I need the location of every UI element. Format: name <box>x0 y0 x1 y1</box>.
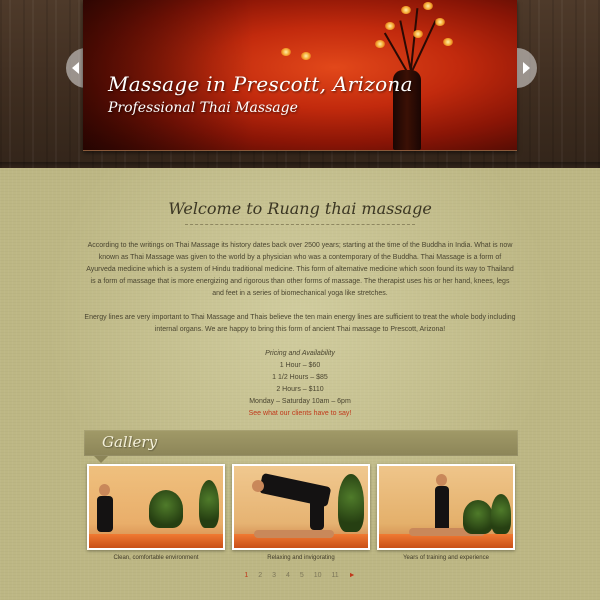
plant <box>149 490 183 528</box>
slide-title: Massage in Prescott, Arizona <box>108 72 413 96</box>
page-link[interactable]: 10 <box>314 572 322 579</box>
pricing-block: Pricing and Availability 1 Hour – $60 1 … <box>0 348 600 420</box>
testimonials-link[interactable]: See what our clients have to say! <box>249 410 352 417</box>
chevron-left-icon <box>72 62 79 74</box>
lamp-flower <box>281 48 291 56</box>
thumbnail-caption: Clean, comfortable environment <box>113 555 199 561</box>
gallery-pagination: 1 2 3 4 5 10 11 ► <box>0 572 600 579</box>
gallery-title: Gallery <box>102 433 158 451</box>
lamp-flower <box>385 22 395 30</box>
lamp-flower <box>413 30 423 38</box>
slide-subtitle: Professional Thai Massage <box>108 100 298 116</box>
price-line: 1 1/2 Hours – $85 <box>272 374 328 381</box>
plant <box>199 480 219 528</box>
lamp-flower <box>443 38 453 46</box>
header-banner: Massage in Prescott, Arizona Professiona… <box>0 0 600 168</box>
therapist-figure <box>97 496 113 532</box>
lamp-flower <box>375 40 385 48</box>
price-line: 1 Hour – $60 <box>279 362 321 369</box>
therapist-figure <box>435 486 449 532</box>
plant <box>491 494 511 534</box>
page-link-current[interactable]: 1 <box>244 572 248 579</box>
page-link[interactable]: 11 <box>331 572 338 579</box>
lamp-flower <box>423 2 433 10</box>
intro-paragraph: According to the writings on Thai Massag… <box>86 242 514 297</box>
client-figure <box>254 530 334 538</box>
chevron-right-icon <box>523 62 530 74</box>
gallery-header: Gallery <box>84 430 518 463</box>
plant <box>463 500 493 534</box>
plant <box>338 474 364 532</box>
heading-divider <box>185 224 415 225</box>
welcome-heading: Welcome to Ruang thai massage <box>168 199 432 218</box>
thumbnail-caption: Years of training and experience <box>403 555 489 561</box>
slider-next-button[interactable] <box>517 48 537 88</box>
gallery-thumbnail[interactable] <box>232 464 370 550</box>
gallery-thumbnail[interactable] <box>377 464 515 550</box>
thumbnail-caption: Relaxing and invigorating <box>267 555 335 561</box>
energy-paragraph: Energy lines are very important to Thai … <box>84 314 516 333</box>
page-link[interactable]: 2 <box>258 572 262 579</box>
lamp-flower <box>435 18 445 26</box>
page-link[interactable]: 5 <box>300 572 304 579</box>
main-content: Welcome to Ruang thai massage According … <box>0 168 600 600</box>
next-page-icon[interactable]: ► <box>349 572 356 579</box>
page-link[interactable]: 4 <box>286 572 290 579</box>
pricing-heading: Pricing and Availability <box>265 350 335 357</box>
lamp-flower <box>301 52 311 60</box>
hero-slide: Massage in Prescott, Arizona Professiona… <box>83 0 517 151</box>
price-line: 2 Hours – $110 <box>276 386 324 393</box>
hours-line: Monday – Saturday 10am – 6pm <box>249 398 351 405</box>
lamp-flower <box>401 6 411 14</box>
page-link[interactable]: 3 <box>272 572 276 579</box>
gallery-thumbnail[interactable] <box>87 464 225 550</box>
